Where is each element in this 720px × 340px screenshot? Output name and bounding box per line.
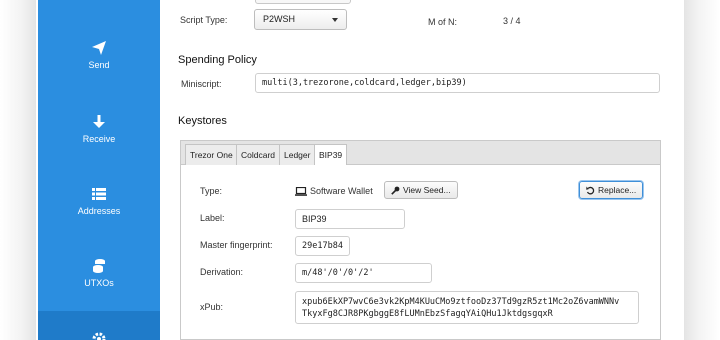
replace-label: Replace... xyxy=(598,185,637,195)
derivation-field[interactable]: m/48'/0'/0'/2' xyxy=(295,263,432,283)
main-content: 23456789 Script Type: P2WSH M of N: 3 / … xyxy=(160,0,684,340)
receive-icon xyxy=(93,115,105,128)
fingerprint-label: Master fingerprint: xyxy=(200,240,273,250)
window-shadow-left xyxy=(0,0,36,340)
xpub-label: xPub: xyxy=(200,302,224,312)
sidebar-item-label: UTXOs xyxy=(84,278,114,288)
m-of-n-label: M of N: xyxy=(428,17,458,27)
laptop-icon xyxy=(295,187,307,196)
tab-ledger[interactable]: Ledger xyxy=(279,144,316,165)
type-value: Software Wallet xyxy=(310,186,373,196)
sidebar-item-receive[interactable]: Receive xyxy=(38,114,160,174)
view-seed-button[interactable]: View Seed... xyxy=(384,181,458,199)
xpub-field[interactable]: xpub6EkXP7wvC6e3vk2KpM4KUuCMo9ztfooDz37T… xyxy=(295,291,639,324)
settings-icon xyxy=(92,332,106,340)
window-shadow-right xyxy=(684,0,720,340)
sidebar-item-utxos[interactable]: UTXOs xyxy=(38,258,160,318)
view-seed-label: View Seed... xyxy=(403,185,451,195)
sidebar: Send Receive Addresses UTXOs xyxy=(38,0,160,340)
script-type-value: P2WSH xyxy=(263,14,296,24)
keystore-tabbar: Trezor One Coldcard Ledger BIP39 xyxy=(181,141,660,166)
spending-policy-title: Spending Policy xyxy=(178,54,257,66)
tab-trezor-one[interactable]: Trezor One xyxy=(185,144,238,165)
undo-icon xyxy=(586,186,595,195)
addresses-icon xyxy=(92,188,106,200)
send-icon xyxy=(92,41,106,55)
sidebar-item-settings[interactable] xyxy=(38,311,160,340)
utxos-icon xyxy=(93,259,105,273)
tab-coldcard[interactable]: Coldcard xyxy=(236,144,281,165)
sidebar-item-addresses[interactable]: Addresses xyxy=(38,186,160,246)
sidebar-item-label: Addresses xyxy=(77,206,121,216)
top-button-edge[interactable] xyxy=(255,0,351,4)
sidebar-item-send[interactable]: Send xyxy=(38,40,160,100)
key-icon xyxy=(391,186,400,196)
sidebar-item-label: Send xyxy=(88,60,110,70)
script-type-label: Script Type: xyxy=(180,15,228,25)
fingerprint-field[interactable]: 29e17b84 xyxy=(295,236,350,256)
derivation-label: Derivation: xyxy=(200,267,244,277)
type-value-group: Software Wallet xyxy=(295,186,373,196)
m-of-n-slider-ticks: 23456789 xyxy=(504,0,674,4)
chevron-down-icon xyxy=(332,18,338,22)
type-label: Type: xyxy=(200,186,223,196)
replace-button[interactable]: Replace... xyxy=(579,181,644,199)
keystore-label-field[interactable]: BIP39 xyxy=(295,209,405,229)
script-type-select[interactable]: P2WSH xyxy=(254,9,347,30)
keystores-title: Keystores xyxy=(178,115,227,127)
miniscript-field[interactable]: multi(3,trezorone,coldcard,ledger,bip39) xyxy=(255,73,660,93)
sidebar-item-label: Receive xyxy=(82,134,116,144)
tab-bip39[interactable]: BIP39 xyxy=(314,144,348,166)
miniscript-label: Miniscript: xyxy=(181,79,222,89)
label-label: Label: xyxy=(200,213,225,223)
m-of-n-value: 3 / 4 xyxy=(503,16,521,26)
